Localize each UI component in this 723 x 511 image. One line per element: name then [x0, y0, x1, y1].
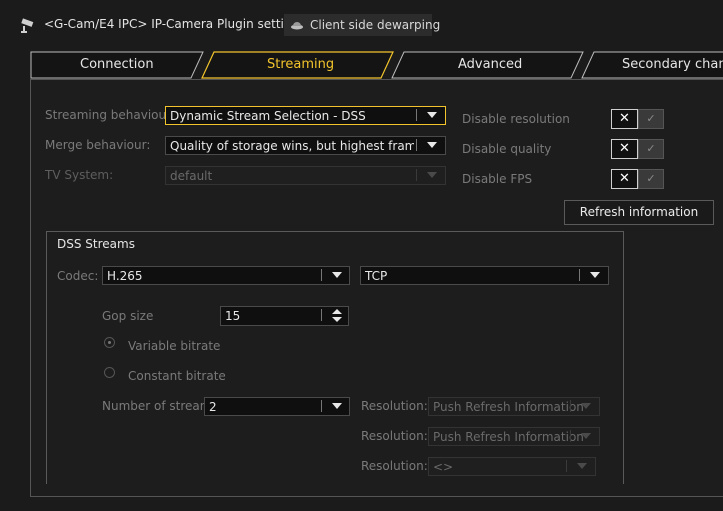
tab-streaming[interactable]: Streaming: [267, 57, 334, 72]
resolution-1-value: Push Refresh Information: [433, 400, 584, 414]
chevron-down-icon: [332, 403, 342, 409]
merge-behaviour-value: Quality of storage wins, but highest fra…: [170, 139, 414, 153]
spin-up-icon[interactable]: [332, 309, 342, 314]
tab-secondary-channel[interactable]: Secondary channe: [622, 57, 723, 72]
resolution-2-value: Push Refresh Information: [433, 430, 584, 444]
variable-bitrate-label: Variable bitrate: [128, 339, 221, 353]
check-icon[interactable]: ✓: [638, 139, 664, 159]
codec-dropdown[interactable]: H.265: [102, 266, 350, 285]
merge-behaviour-label: Merge behaviour:: [45, 138, 151, 152]
resolution-1-dropdown: Push Refresh Information: [428, 397, 600, 416]
check-icon[interactable]: ✓: [638, 169, 664, 189]
dss-streams-title: DSS Streams: [57, 237, 135, 251]
tv-system-dropdown: default: [165, 166, 446, 185]
disable-fps-toggle[interactable]: ✕ ✓: [611, 169, 665, 189]
chevron-down-icon: [332, 272, 342, 278]
chevron-down-icon: [577, 463, 587, 469]
disable-fps-label: Disable FPS: [462, 172, 533, 186]
constant-bitrate-radio: [104, 367, 115, 378]
check-icon[interactable]: ✓: [638, 109, 664, 129]
close-icon[interactable]: ✕: [611, 139, 638, 159]
resolution-3-value: <>: [433, 460, 454, 474]
tv-system-label: TV System:: [45, 168, 114, 182]
tv-system-value: default: [170, 169, 213, 183]
disable-quality-toggle[interactable]: ✕ ✓: [611, 139, 665, 159]
merge-behaviour-dropdown[interactable]: Quality of storage wins, but highest fra…: [165, 136, 446, 155]
disable-resolution-label: Disable resolution: [462, 112, 570, 126]
chevron-down-icon: [581, 403, 591, 409]
disable-resolution-toggle[interactable]: ✕ ✓: [611, 109, 665, 129]
dome-camera-icon: [290, 18, 304, 32]
streaming-behaviour-value: Dynamic Stream Selection - DSS: [170, 109, 366, 123]
chevron-down-icon: [427, 142, 437, 148]
gop-size-value: 15: [225, 309, 241, 323]
chevron-down-icon: [427, 112, 437, 118]
window-title: <G-Cam/E4 IPC> IP-Camera Plugin settings: [44, 17, 306, 31]
variable-bitrate-radio: [104, 337, 115, 348]
spin-down-icon[interactable]: [332, 317, 342, 322]
refresh-information-button[interactable]: Refresh information: [564, 200, 714, 225]
resolution-2-dropdown: Push Refresh Information: [428, 427, 600, 446]
chevron-down-icon: [427, 172, 437, 178]
codec-label: Codec:: [57, 269, 99, 283]
resolution-3-dropdown: <>: [428, 457, 596, 476]
client-dewarping-label: Client side dewarping: [310, 18, 441, 32]
camera-icon: [20, 16, 38, 34]
client-dewarping-button[interactable]: Client side dewarping: [284, 14, 440, 36]
resolution-3-label: Resolution:: [361, 459, 428, 473]
chevron-down-icon: [590, 272, 600, 278]
disable-quality-label: Disable quality: [462, 142, 552, 156]
constant-bitrate-label: Constant bitrate: [128, 369, 226, 383]
number-of-streams-dropdown[interactable]: 2: [204, 397, 350, 416]
close-icon[interactable]: ✕: [611, 169, 638, 189]
streaming-behaviour-dropdown[interactable]: Dynamic Stream Selection - DSS: [165, 106, 446, 125]
protocol-dropdown[interactable]: TCP: [360, 266, 609, 285]
gop-size-label: Gop size: [102, 309, 154, 323]
resolution-1-label: Resolution:: [361, 399, 428, 413]
close-icon[interactable]: ✕: [611, 109, 638, 129]
protocol-value: TCP: [365, 269, 388, 283]
gop-size-spinbox[interactable]: 15: [220, 306, 349, 326]
codec-value: H.265: [107, 269, 143, 283]
streaming-behaviour-label: Streaming behaviour:: [45, 108, 175, 122]
tab-connection[interactable]: Connection: [80, 57, 154, 72]
number-of-streams-value: 2: [209, 400, 217, 414]
tab-advanced[interactable]: Advanced: [458, 57, 522, 72]
chevron-down-icon: [581, 433, 591, 439]
resolution-2-label: Resolution:: [361, 429, 428, 443]
